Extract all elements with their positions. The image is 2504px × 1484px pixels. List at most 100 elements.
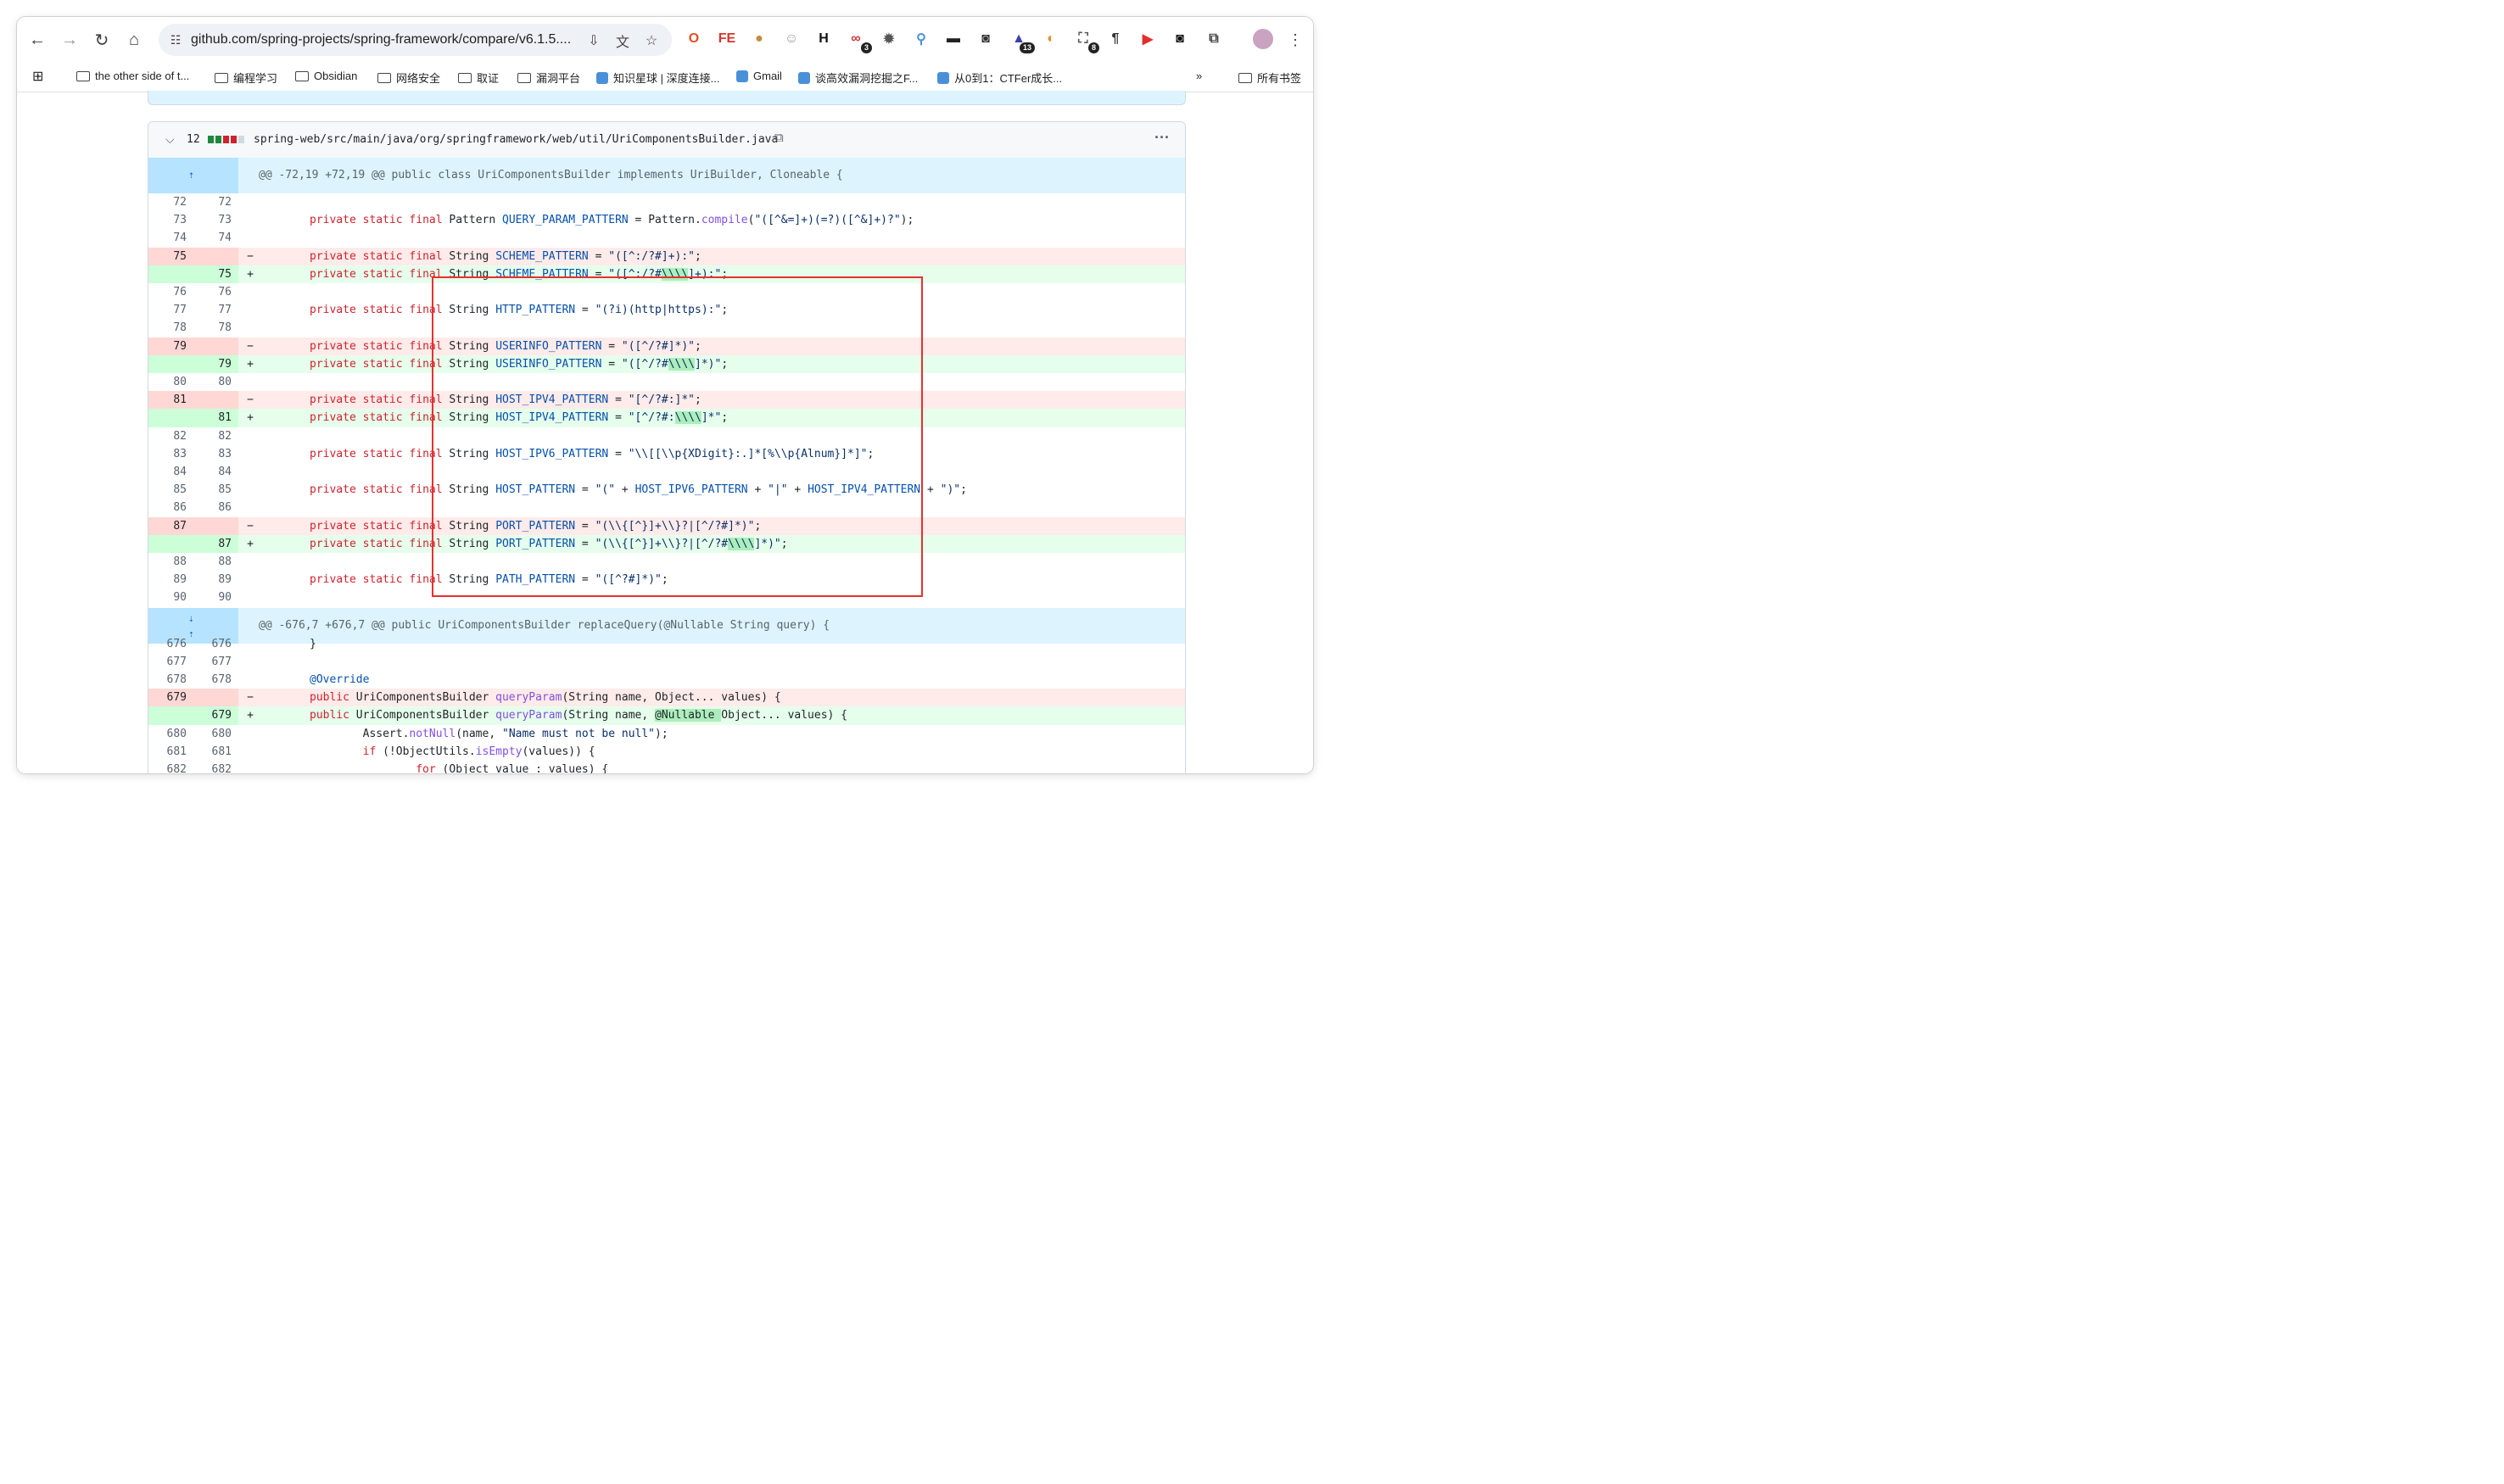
- new-line-number[interactable]: 83: [193, 445, 238, 463]
- new-line-number[interactable]: 84: [193, 463, 238, 481]
- new-line-number[interactable]: 86: [193, 499, 238, 516]
- old-line-number[interactable]: 87: [148, 516, 193, 535]
- new-line-number[interactable]: 75: [193, 265, 238, 284]
- new-line-number[interactable]: 74: [193, 229, 238, 247]
- new-line-number[interactable]: 77: [193, 301, 238, 319]
- old-line-number[interactable]: [148, 534, 193, 554]
- gear-ext-icon[interactable]: ✹: [880, 30, 898, 48]
- old-line-number[interactable]: 86: [148, 499, 193, 516]
- new-line-number[interactable]: [193, 391, 238, 410]
- all-bookmarks[interactable]: 所有书签: [1238, 70, 1301, 86]
- new-line-number[interactable]: 680: [193, 725, 238, 743]
- bookmark-item[interactable]: 取证: [458, 70, 499, 86]
- forward-arrow-icon[interactable]: →: [57, 27, 82, 53]
- bookmark-item[interactable]: 漏洞平台: [517, 70, 580, 86]
- new-line-number[interactable]: 78: [193, 319, 238, 337]
- old-line-number[interactable]: 678: [148, 671, 193, 689]
- old-line-number[interactable]: 73: [148, 211, 193, 229]
- install-app-icon[interactable]: ⇩: [584, 31, 603, 50]
- file-path[interactable]: spring-web/src/main/java/org/springframe…: [254, 133, 778, 146]
- site-settings-icon[interactable]: ☷: [167, 31, 184, 48]
- home-icon[interactable]: ⌂: [121, 27, 147, 53]
- crop-icon[interactable]: ⛶ 8: [1074, 30, 1099, 53]
- old-line-number[interactable]: 75: [148, 247, 193, 265]
- url-text[interactable]: github.com/spring-projects/spring-framew…: [191, 32, 571, 47]
- bookmark-item[interactable]: 编程学习: [215, 70, 277, 86]
- ghost-icon[interactable]: ☺: [782, 30, 801, 48]
- new-line-number[interactable]: 90: [193, 589, 238, 606]
- new-line-number[interactable]: 73: [193, 211, 238, 229]
- puzzle-icon[interactable]: ⧉: [1204, 30, 1223, 48]
- bookmark-item[interactable]: the other side of t...: [76, 70, 189, 82]
- new-line-number[interactable]: [193, 689, 238, 707]
- old-line-number[interactable]: 84: [148, 463, 193, 481]
- old-line-number[interactable]: 88: [148, 553, 193, 571]
- old-line-number[interactable]: 81: [148, 391, 193, 410]
- bookmark-star-icon[interactable]: ☆: [642, 31, 661, 50]
- menu-dots-icon[interactable]: ⋮: [1283, 27, 1308, 53]
- old-line-number[interactable]: 90: [148, 589, 193, 606]
- old-line-number[interactable]: 83: [148, 445, 193, 463]
- old-line-number[interactable]: 79: [148, 337, 193, 355]
- old-line-number[interactable]: 72: [148, 193, 193, 211]
- opera-o-icon[interactable]: O: [685, 30, 703, 48]
- old-line-number[interactable]: 679: [148, 689, 193, 707]
- bookmarks-overflow[interactable]: »: [1196, 70, 1202, 82]
- bookmark-item[interactable]: 从0到1：CTFer成长...: [937, 70, 1062, 86]
- apps-grid-icon[interactable]: ⊞: [32, 68, 43, 85]
- new-line-number[interactable]: 678: [193, 671, 238, 689]
- new-line-number[interactable]: 87: [193, 534, 238, 554]
- grad-cap-icon[interactable]: ▲ 13: [1009, 30, 1035, 53]
- old-line-number[interactable]: 681: [148, 743, 193, 761]
- old-line-number[interactable]: 82: [148, 427, 193, 445]
- glasses-icon[interactable]: ◙: [1171, 30, 1189, 48]
- collapse-chevron-icon[interactable]: ⌵: [165, 132, 175, 147]
- new-line-number[interactable]: 89: [193, 571, 238, 589]
- old-line-number[interactable]: 89: [148, 571, 193, 589]
- address-bar[interactable]: ☷ github.com/spring-projects/spring-fram…: [159, 24, 672, 56]
- more-options-button[interactable]: ···: [1154, 129, 1170, 147]
- new-line-number[interactable]: 677: [193, 653, 238, 671]
- bookmark-item[interactable]: 网络安全: [377, 70, 440, 86]
- bookmark-item[interactable]: Gmail: [736, 70, 782, 82]
- new-line-number[interactable]: 676: [193, 635, 238, 653]
- hat-icon[interactable]: ▬: [944, 30, 963, 48]
- new-line-number[interactable]: 681: [193, 743, 238, 761]
- new-line-number[interactable]: 85: [193, 481, 238, 499]
- link-icon[interactable]: ∞ 3: [847, 30, 872, 53]
- pilcrow-icon[interactable]: ¶: [1106, 30, 1125, 48]
- new-line-number[interactable]: 82: [193, 427, 238, 445]
- old-line-number[interactable]: 74: [148, 229, 193, 247]
- new-line-number[interactable]: 682: [193, 761, 238, 773]
- translate-icon[interactable]: 文: [613, 31, 632, 50]
- youtube-icon[interactable]: ▶: [1138, 30, 1157, 48]
- old-line-number[interactable]: 85: [148, 481, 193, 499]
- new-line-number[interactable]: 679: [193, 706, 238, 725]
- mask-icon[interactable]: ◙: [976, 30, 995, 48]
- copy-icon[interactable]: ⧉: [774, 131, 784, 145]
- back-arrow-icon[interactable]: ←: [25, 27, 50, 53]
- bookmark-item[interactable]: 谈高效漏洞挖掘之F...: [798, 70, 918, 86]
- old-line-number[interactable]: 682: [148, 761, 193, 773]
- fe-icon[interactable]: FE: [718, 30, 736, 48]
- new-line-number[interactable]: 79: [193, 354, 238, 374]
- new-line-number[interactable]: [193, 247, 238, 265]
- new-line-number[interactable]: [193, 337, 238, 355]
- old-line-number[interactable]: 80: [148, 373, 193, 391]
- expand-up-icon[interactable]: ⇡: [188, 166, 194, 184]
- pin-icon[interactable]: ⚲: [912, 30, 931, 48]
- old-line-number[interactable]: 76: [148, 283, 193, 301]
- old-line-number[interactable]: [148, 706, 193, 725]
- expand-gutter[interactable]: ⇡: [148, 158, 238, 193]
- old-line-number[interactable]: 676: [148, 635, 193, 653]
- new-line-number[interactable]: 81: [193, 409, 238, 427]
- new-line-number[interactable]: 76: [193, 283, 238, 301]
- reload-icon[interactable]: ↻: [89, 27, 115, 53]
- new-line-number[interactable]: [193, 516, 238, 535]
- profile-avatar[interactable]: [1253, 29, 1273, 49]
- old-line-number[interactable]: [148, 409, 193, 427]
- old-line-number[interactable]: 680: [148, 725, 193, 743]
- cookie-icon[interactable]: ●: [750, 30, 769, 48]
- bookmark-item[interactable]: 知识星球 | 深度连接...: [596, 70, 719, 86]
- new-line-number[interactable]: 80: [193, 373, 238, 391]
